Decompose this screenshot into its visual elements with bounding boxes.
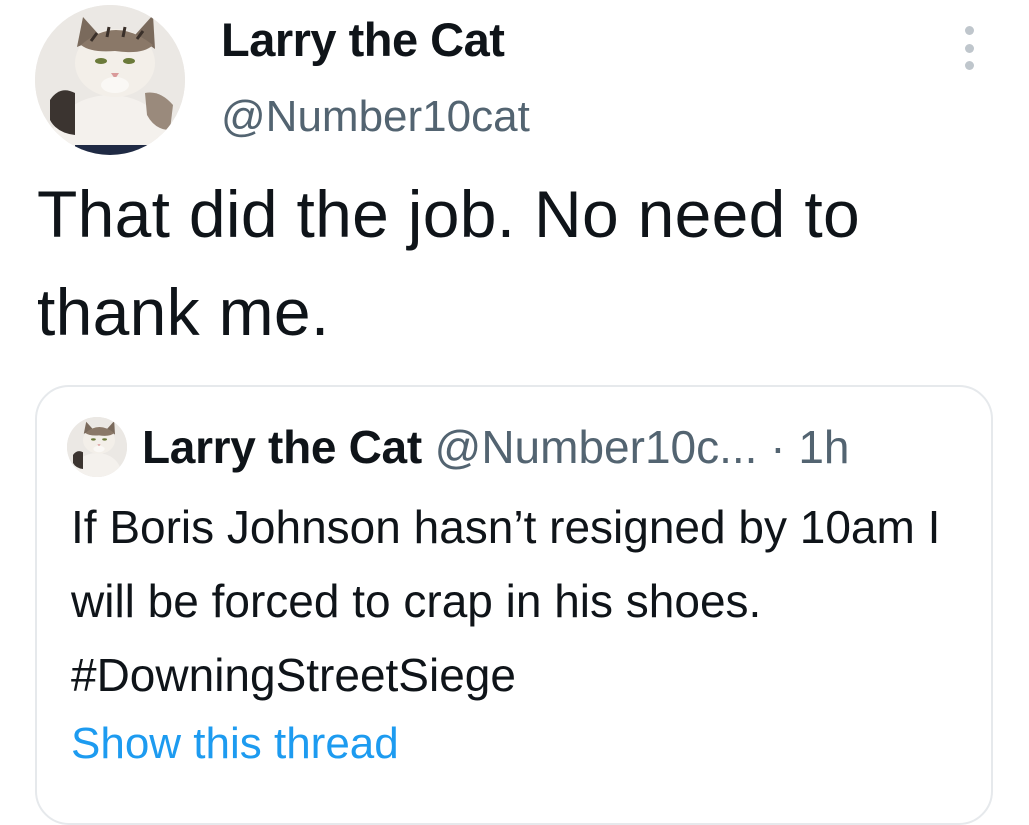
author-handle[interactable]: @Number10cat: [221, 90, 530, 144]
show-thread-link[interactable]: Show this thread: [71, 717, 399, 771]
quoted-tweet-timestamp[interactable]: 1h: [798, 421, 849, 473]
quoted-author-avatar[interactable]: [67, 417, 127, 477]
more-options-button[interactable]: [952, 20, 986, 76]
cat-avatar-icon: [67, 417, 127, 477]
quoted-author-handle[interactable]: @Number10c...: [435, 421, 758, 473]
author-display-name[interactable]: Larry the Cat: [221, 12, 505, 68]
quoted-tweet-header: Larry the Cat @Number10c... · 1h: [142, 419, 850, 475]
tweet-text: That did the job. No need to thank me.: [37, 177, 860, 349]
author-avatar[interactable]: [35, 5, 185, 155]
quoted-tweet-card[interactable]: Larry the Cat @Number10c... · 1h If Bori…: [35, 385, 993, 825]
tweet: Larry the Cat @Number10cat That did the …: [0, 0, 1029, 825]
cat-avatar-icon: [35, 5, 185, 155]
more-vertical-icon-dot: [964, 43, 974, 53]
more-vertical-icon-dot: [964, 61, 974, 70]
quoted-author-display-name[interactable]: Larry the Cat: [142, 421, 422, 473]
header-separator: ·: [770, 421, 786, 473]
quoted-tweet-text: If Boris Johnson hasn’t resigned by 10am…: [71, 501, 941, 701]
more-vertical-icon: [964, 26, 974, 35]
